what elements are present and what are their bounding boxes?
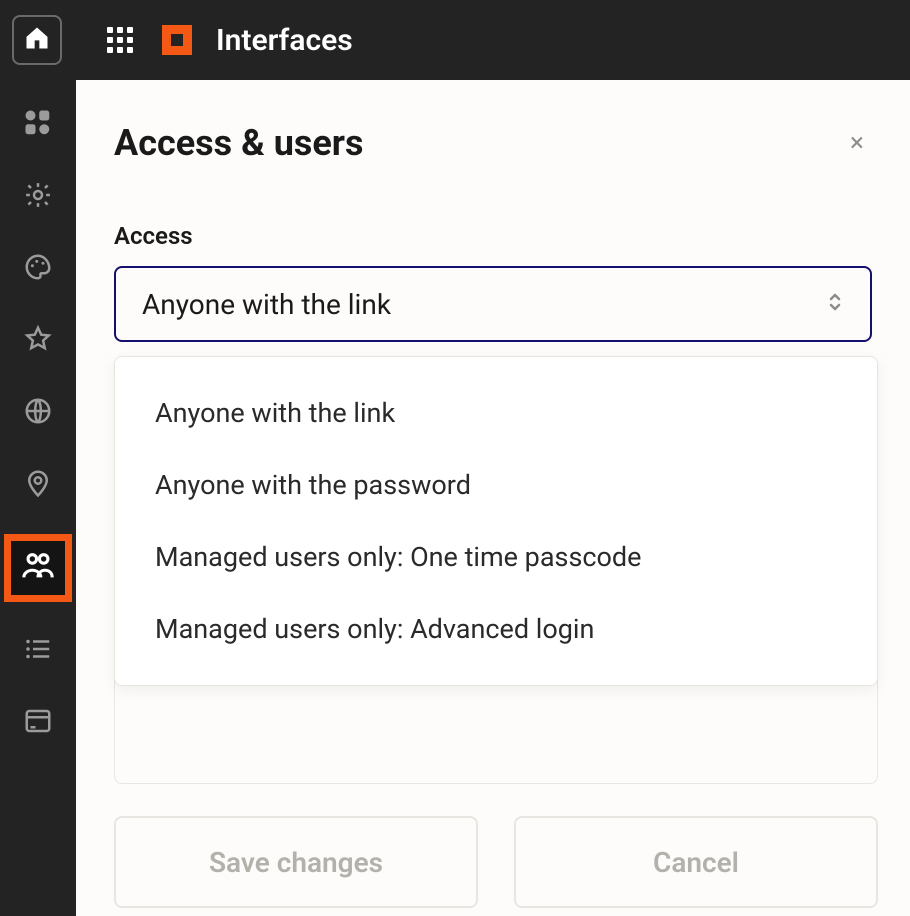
sidebar-item-panel[interactable]: [21, 706, 55, 740]
access-select[interactable]: Anyone with the link: [114, 266, 872, 342]
button-row: Save changes Cancel: [114, 816, 878, 908]
cancel-button[interactable]: Cancel: [514, 816, 878, 908]
app-title: Interfaces: [216, 23, 353, 58]
star-icon: [23, 324, 53, 358]
home-icon: [23, 24, 51, 56]
gear-icon: [23, 180, 53, 214]
access-select-value: Anyone with the link: [142, 288, 391, 321]
sidebar-item-settings[interactable]: [21, 180, 55, 214]
sidebar-item-users[interactable]: [4, 534, 72, 602]
apps-icon: [23, 108, 53, 142]
access-option-otp[interactable]: Managed users only: One time passcode: [115, 521, 877, 593]
main-panel: Access & users × Access Anyone with the …: [76, 86, 910, 916]
save-button[interactable]: Save changes: [114, 816, 478, 908]
close-icon: ×: [850, 128, 864, 158]
grid-icon: [107, 27, 133, 53]
list-icon: [23, 634, 53, 668]
sidebar-rail: [0, 80, 76, 916]
access-dropdown: Anyone with the link Anyone with the pas…: [114, 356, 878, 686]
save-button-label: Save changes: [209, 846, 383, 879]
select-caret-icon: [826, 290, 844, 318]
sidebar-item-theme[interactable]: [21, 252, 55, 286]
sidebar-item-apps[interactable]: [21, 108, 55, 142]
access-option-advanced[interactable]: Managed users only: Advanced login: [115, 593, 877, 665]
panel-icon: [23, 706, 53, 740]
sidebar-item-favorites[interactable]: [21, 324, 55, 358]
close-button[interactable]: ×: [842, 128, 872, 158]
brand-logo-icon: [162, 25, 192, 55]
sidebar-item-list[interactable]: [21, 634, 55, 668]
panel-title: Access & users: [114, 122, 363, 164]
palette-icon: [23, 252, 53, 286]
cancel-button-label: Cancel: [653, 846, 739, 879]
access-option-link[interactable]: Anyone with the link: [115, 377, 877, 449]
home-button[interactable]: [12, 15, 62, 65]
sidebar-item-domain[interactable]: [21, 396, 55, 430]
topbar: Interfaces: [0, 0, 910, 80]
panel-header: Access & users ×: [114, 122, 872, 164]
pin-icon: [23, 468, 53, 502]
access-label: Access: [114, 222, 872, 250]
globe-icon: [23, 396, 53, 430]
sidebar-item-location[interactable]: [21, 468, 55, 502]
access-option-password[interactable]: Anyone with the password: [115, 449, 877, 521]
users-icon: [21, 549, 55, 587]
apps-menu-button[interactable]: [104, 24, 136, 56]
